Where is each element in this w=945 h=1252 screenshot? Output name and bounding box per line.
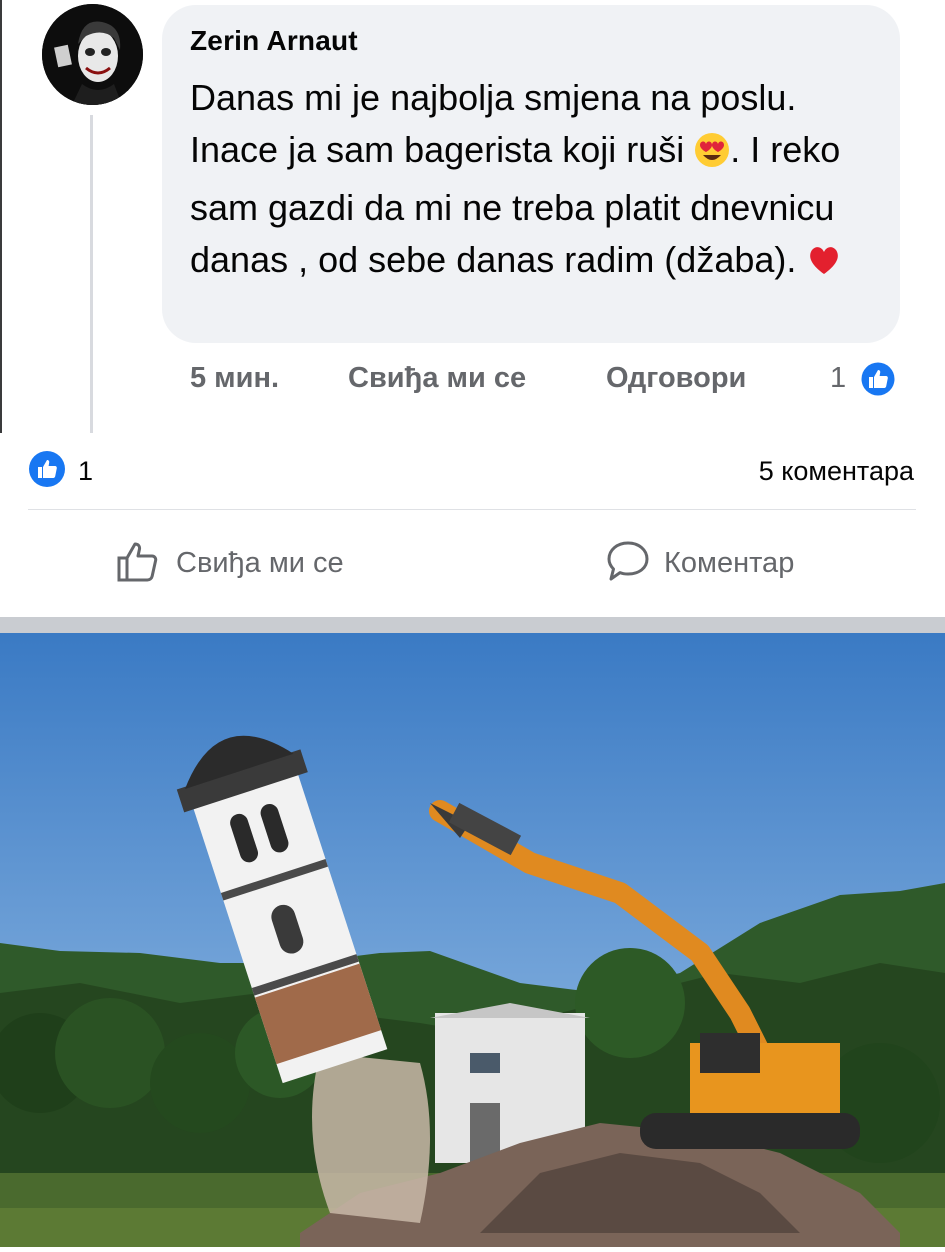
comment-text: Danas mi je najbolja smjena na poslu. In… <box>190 72 880 292</box>
comment-reaction-count[interactable]: 1 <box>830 362 846 395</box>
like-reaction-icon[interactable] <box>28 450 66 488</box>
avatar[interactable] <box>42 4 143 105</box>
post-comment-label: Коментар <box>664 546 795 579</box>
heart-eyes-emoji-icon <box>694 130 730 182</box>
like-badge-icon <box>858 359 898 399</box>
church-tower-demolition-excavator-photo-icon <box>0 633 945 1247</box>
joker-avatar-icon <box>42 4 143 105</box>
post-comments-count[interactable]: 5 коментара <box>759 456 914 487</box>
left-border <box>0 0 2 433</box>
post-like-button[interactable]: Свиђа ми се <box>116 538 344 588</box>
comment-timestamp[interactable]: 5 мин. <box>190 362 279 395</box>
post-comment-button[interactable]: Коментар <box>606 538 794 588</box>
comment-reply-button[interactable]: Одговори <box>606 362 746 395</box>
post-photo[interactable] <box>0 633 945 1247</box>
reply-thread-line <box>90 115 93 433</box>
comment-author[interactable]: Zerin Arnaut <box>190 25 358 57</box>
comment-bubble-icon <box>606 540 650 587</box>
red-heart-emoji-icon <box>806 240 842 292</box>
divider <box>28 509 916 510</box>
thumbs-up-icon <box>116 539 162 588</box>
comment-like-button[interactable]: Свиђа ми се <box>348 362 526 395</box>
section-separator <box>0 617 945 633</box>
post-like-label: Свиђа ми се <box>176 546 344 579</box>
post-reaction-count[interactable]: 1 <box>78 456 93 487</box>
